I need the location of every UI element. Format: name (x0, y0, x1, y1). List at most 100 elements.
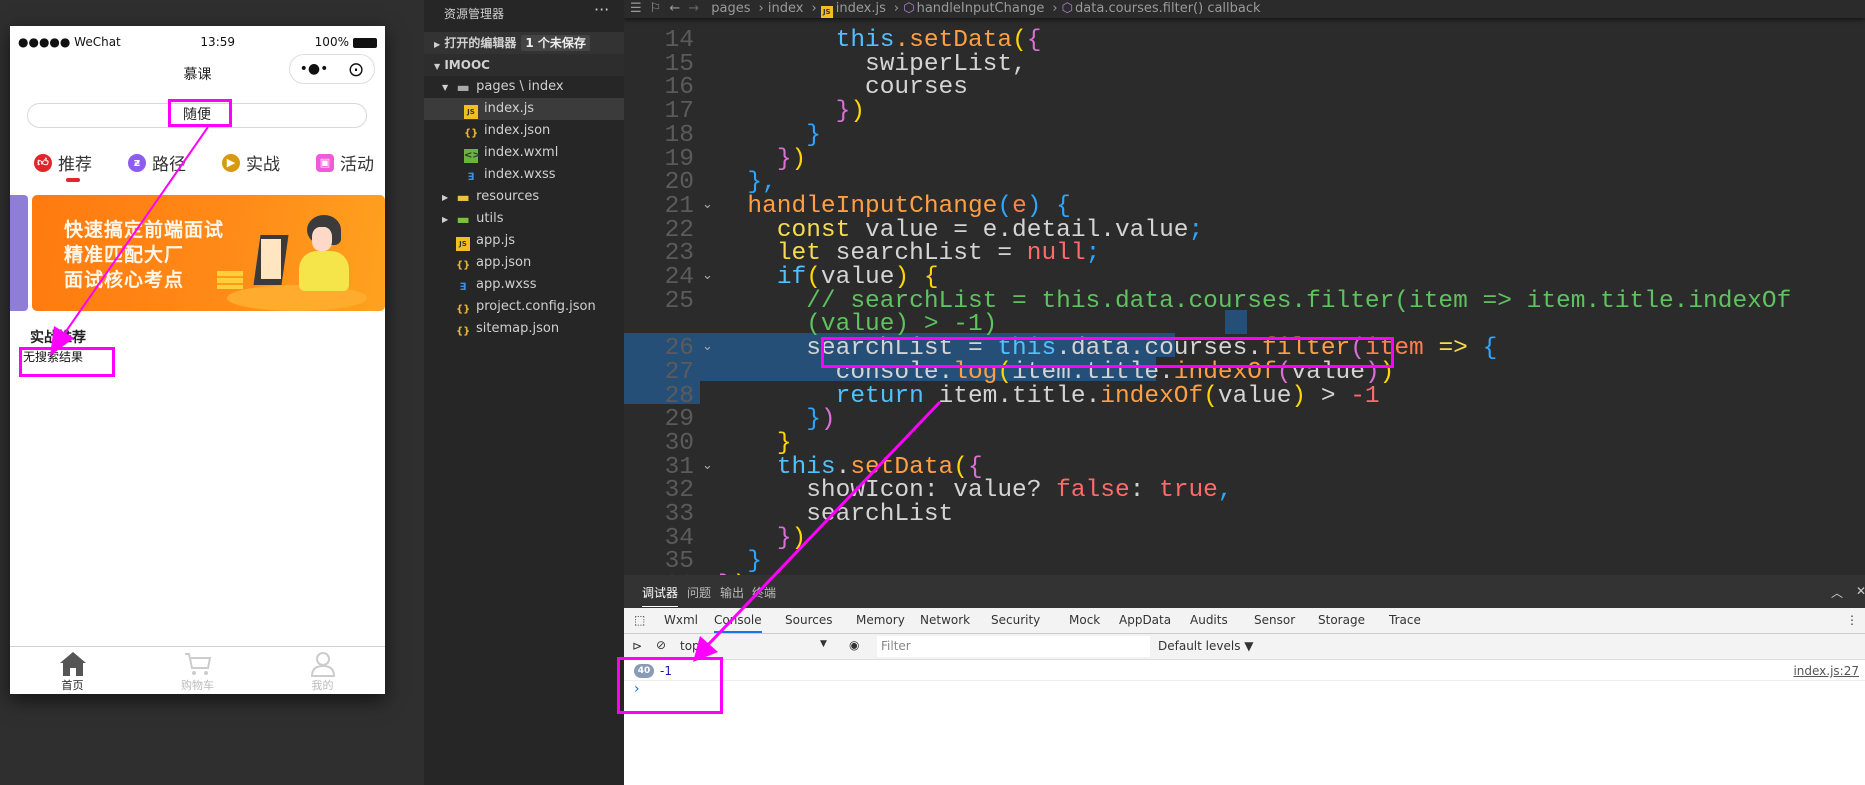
capsule-menu[interactable]: •●• ⊙ (289, 54, 375, 84)
code-line[interactable]: this.setData({ (718, 455, 983, 480)
eye-icon[interactable]: ◉ (849, 638, 859, 652)
banner-slide[interactable]: 快速搞定前端面试 精准匹配大厂 面试核心考点 (32, 195, 385, 311)
devtools-tab-security[interactable]: Security (991, 613, 1040, 627)
code-line[interactable]: return item.title.indexOf(value) > -1 (718, 384, 1380, 409)
sidebar-toggle-icon[interactable]: ⊳ (632, 639, 642, 653)
code-line[interactable]: if(value) { (718, 265, 939, 290)
code-line[interactable]: } (718, 123, 821, 148)
code-line[interactable]: let searchList = null; (718, 242, 1100, 267)
file-tree-item[interactable]: {} project.config.json (424, 296, 624, 318)
code-line[interactable]: handleInputChange(e) { (718, 194, 1070, 219)
code-line[interactable]: } (718, 550, 762, 575)
tab-activity[interactable]: ▣ 活动 (316, 150, 374, 175)
home-icon (59, 652, 86, 676)
devtools-tab-sources[interactable]: Sources (785, 613, 832, 627)
breadcrumb-item[interactable]: index (768, 1, 804, 16)
file-tree-item[interactable]: ∃ app.wxss (424, 274, 624, 296)
breadcrumb-item[interactable]: pages (711, 1, 750, 16)
more-actions-button[interactable]: ··· (594, 0, 609, 19)
explorer-title: 资源管理器 (444, 7, 505, 21)
close-icon[interactable]: ⊙ (348, 57, 365, 81)
close-panel-icon[interactable]: ✕ (1856, 584, 1865, 598)
project-section[interactable]: ▼ IMOOC (424, 54, 624, 76)
fold-chevron-icon[interactable]: ⌄ (702, 197, 713, 212)
file-name: index.wxml (484, 145, 559, 160)
devtools-tab-console[interactable]: Console (714, 613, 762, 633)
file-tree-item[interactable]: ▶ ▬ resources (424, 186, 624, 208)
clear-console-icon[interactable]: ⊘ (656, 638, 666, 652)
breadcrumb-item[interactable]: data.courses.filter() callback (1075, 1, 1261, 16)
tab-debugger[interactable]: 调试器 (642, 584, 679, 607)
code-line[interactable]: // searchList = this.data.courses.filter… (718, 289, 1791, 314)
code-line[interactable]: searchList (718, 502, 953, 527)
tab-recommend[interactable]: 👍︎ 推荐 (34, 150, 92, 175)
source-link[interactable]: index.js:27 (1793, 661, 1859, 681)
tab-problems[interactable]: 问题 (687, 584, 711, 601)
devtools-tab-mock[interactable]: Mock (1069, 613, 1100, 627)
tabbar-profile[interactable]: 我的 (260, 647, 385, 694)
file-tree-item[interactable]: JS index.js (424, 98, 624, 120)
code-line[interactable]: }, (718, 170, 776, 195)
devtools-tab-memory[interactable]: Memory (856, 613, 905, 627)
line-number: 16 (664, 74, 694, 102)
tab-terminal[interactable]: 终端 (752, 584, 776, 601)
code-editor[interactable]: ☰ ⚐ ← → pages › index › JS index.js › ⬡ handleIn… (624, 0, 1865, 575)
fold-chevron-icon[interactable]: ⌄ (702, 339, 713, 354)
code-line[interactable]: }) (718, 147, 806, 172)
open-editors-section[interactable]: ▶ 打开的编辑器 1 个未保存 (424, 32, 624, 54)
more-icon[interactable]: •●• (300, 61, 329, 77)
annotation-box (19, 347, 115, 377)
file-tree-item[interactable]: {} app.json (424, 252, 624, 274)
maximize-panel-icon[interactable]: ︿ (1831, 584, 1843, 601)
fold-chevron-icon[interactable]: ⌄ (702, 458, 713, 473)
forward-icon[interactable]: → (688, 1, 699, 16)
code-line[interactable]: this.setData({ (718, 28, 1042, 53)
file-tree-item[interactable]: <> index.wxml (424, 142, 624, 164)
code-line[interactable]: }) (718, 526, 806, 551)
file-tree-item[interactable]: JS app.js (424, 230, 624, 252)
banner-line: 面试核心考点 (64, 269, 185, 291)
code-line[interactable]: showIcon: value? false: true, (718, 477, 1232, 505)
devtools-menu-icon[interactable]: ⋮ (1846, 613, 1858, 627)
devtools-tab-storage[interactable]: Storage (1318, 613, 1365, 627)
devtools-tab-trace[interactable]: Trace (1389, 613, 1421, 627)
file-tree-item[interactable]: ▶ ▬ utils (424, 208, 624, 230)
outline-icon[interactable]: ☰ (630, 1, 642, 16)
tabbar-cart[interactable]: 购物车 (135, 647, 260, 694)
file-tree-item[interactable]: ∃ index.wxss (424, 164, 624, 186)
code-line[interactable]: swiperList, (718, 52, 1027, 77)
code-line[interactable]: courses (718, 76, 968, 101)
devtools-tab-network[interactable]: Network (920, 613, 970, 627)
code-line[interactable]: const value = e.detail.value; (718, 218, 1203, 243)
code-line[interactable]: (value) > -1) (718, 313, 997, 338)
file-tree-item[interactable]: ▼ ▬ pages \ index (424, 76, 624, 98)
file-tree-item[interactable]: {} index.json (424, 120, 624, 142)
devtools-tab-audits[interactable]: Audits (1190, 613, 1228, 627)
bookmark-icon[interactable]: ⚐ (650, 1, 662, 16)
devtools-tab-appdata[interactable]: AppData (1119, 613, 1171, 627)
devtools-tab-wxml[interactable]: Wxml (664, 613, 698, 627)
breadcrumb-item[interactable]: handleInputChange (917, 1, 1045, 16)
context-select[interactable]: top (680, 639, 700, 653)
code-line[interactable]: }) (718, 407, 835, 432)
code-token: true (1159, 477, 1218, 505)
tabbar-home[interactable]: 首页 (10, 647, 135, 694)
devtools-tab-sensor[interactable]: Sensor (1254, 613, 1295, 627)
inspect-icon[interactable]: ⬚ (634, 613, 645, 627)
tab-label: 实战 (246, 155, 280, 175)
tab-practice[interactable]: ▶ 实战 (222, 150, 280, 175)
code-line[interactable]: } (718, 431, 792, 456)
tab-output[interactable]: 输出 (720, 584, 744, 601)
log-levels-select[interactable]: Default levels ▼ (1158, 639, 1254, 653)
tab-path[interactable]: ƶ 路径 (128, 150, 186, 175)
file-name: index.json (484, 123, 551, 138)
banner-prev-slide[interactable] (10, 195, 28, 311)
code-line[interactable]: }) (718, 99, 865, 124)
fold-chevron-icon[interactable]: ⌄ (702, 268, 713, 283)
file-tree-item[interactable]: {} sitemap.json (424, 318, 624, 340)
section-label: IMOOC (444, 58, 490, 72)
breadcrumb-item[interactable]: index.js (836, 1, 886, 16)
back-icon[interactable]: ← (669, 1, 680, 16)
chevron-down-icon[interactable]: ▼ (820, 639, 827, 649)
filter-input[interactable]: Filter (877, 636, 1150, 657)
